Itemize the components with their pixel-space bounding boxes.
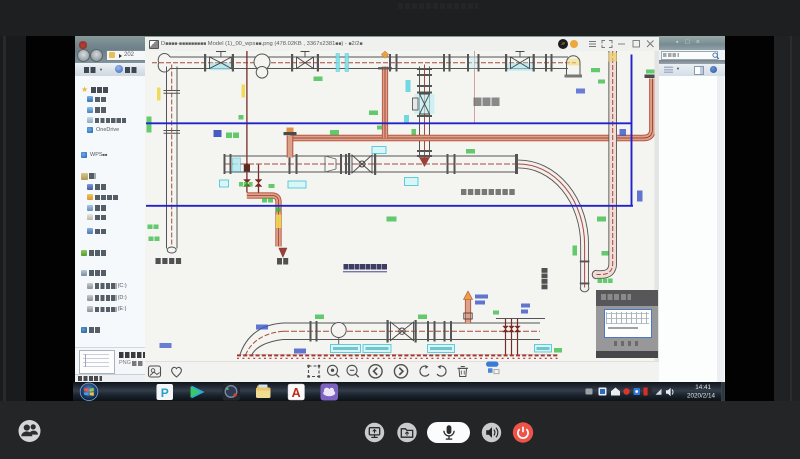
svg-text:P: P	[161, 386, 169, 400]
svg-text:14:41: 14:41	[695, 384, 711, 391]
svg-text:2020/2/14: 2020/2/14	[687, 393, 716, 400]
svg-text:A: A	[292, 386, 301, 400]
